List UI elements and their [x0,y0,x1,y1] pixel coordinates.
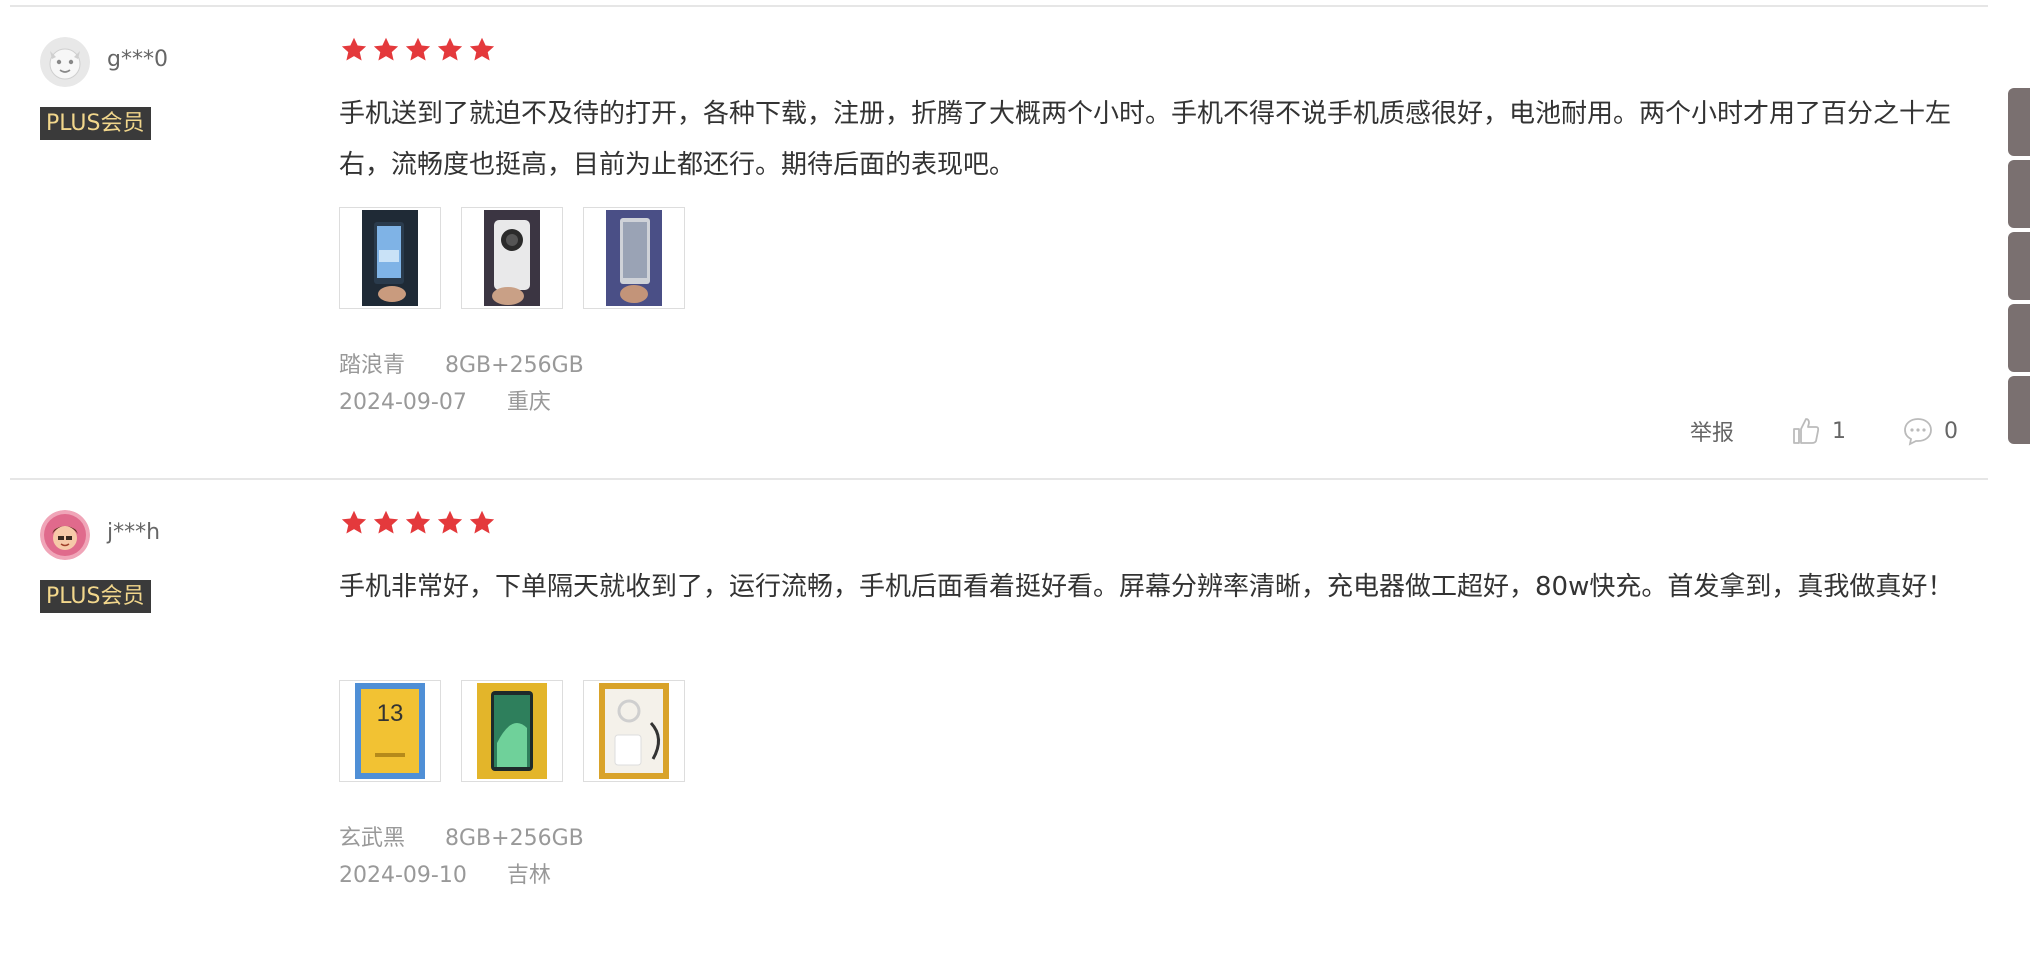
star-rating [339,508,497,538]
side-tab-3[interactable] [2008,232,2030,300]
storage-variant: 8GB+256GB [445,353,584,378]
review-photo-thumbnail[interactable]: 13 [339,680,441,782]
avatar[interactable] [40,37,90,87]
floating-side-toolbar [2008,88,2030,448]
star-icon [469,510,495,534]
review-photo-thumbnail[interactable] [461,680,563,782]
review-content: 手机非常好，下单隔天就收到了，运行流畅，手机后面看着挺好看。屏幕分辨率清晰，充电… [339,480,1979,950]
color-variant: 玄武黑 [339,826,406,851]
review-photo-thumbnail[interactable] [583,680,685,782]
star-rating [339,35,497,65]
thumbs-up-icon [1793,418,1820,444]
side-tab-1[interactable] [2008,88,2030,156]
review-photos: 13 [339,680,685,782]
review-photo-thumbnail[interactable] [583,207,685,309]
review-item: j***h PLUS会员 手机非常好，下单隔天就收到了，运行流畅，手机后面看着挺… [10,478,1988,956]
review-content: 手机送到了就迫不及待的打开，各种下载，注册，折腾了大概两个小时。手机不得不说手机… [339,7,1979,477]
avatar[interactable] [40,510,90,560]
plus-member-badge: PLUS会员 [40,107,151,140]
star-icon [341,37,367,61]
review-date: 2024-09-07 [339,390,467,415]
star-icon [341,510,367,534]
comment-count: 0 [1944,418,1958,444]
review-location: 吉林 [506,863,551,888]
review-item: g***0 PLUS会员 手机送到了就迫不及待的打开，各种下载，注册，折腾了大概… [10,5,1988,483]
star-icon [437,37,463,61]
report-link[interactable]: 举报 [1690,415,1734,447]
review-photo-thumbnail[interactable] [339,207,441,309]
star-icon [469,37,495,61]
review-actions: 举报 1 0 [1690,415,1958,447]
review-photos [339,207,685,309]
like-count: 1 [1832,418,1846,444]
side-tab-4[interactable] [2008,304,2030,372]
box-model-number: 13 [377,700,404,727]
product-spec: 玄武黑 8GB+256GB [339,820,584,852]
review-text: 手机送到了就迫不及待的打开，各种下载，注册，折腾了大概两个小时。手机不得不说手机… [339,99,1952,180]
star-icon [373,37,399,61]
star-icon [405,37,431,61]
review-location: 重庆 [506,390,551,415]
side-tab-2[interactable] [2008,160,2030,228]
review-photo-thumbnail[interactable] [461,207,563,309]
review-text: 手机非常好，下单隔天就收到了，运行流畅，手机后面看着挺好看。屏幕分辨率清晰，充电… [339,572,1954,602]
review-date-location: 2024-09-10 吉林 [339,857,551,889]
review-date-location: 2024-09-07 重庆 [339,384,551,416]
storage-variant: 8GB+256GB [445,826,584,851]
username: j***h [107,520,161,545]
star-icon [405,510,431,534]
product-spec: 踏浪青 8GB+256GB [339,347,584,379]
plus-member-badge: PLUS会员 [40,580,151,613]
comment-icon [1904,418,1932,446]
star-icon [373,510,399,534]
side-tab-5[interactable] [2008,376,2030,444]
username: g***0 [107,47,168,72]
star-icon [437,510,463,534]
color-variant: 踏浪青 [339,353,406,378]
comment-button[interactable]: 0 [1902,415,1958,447]
review-date: 2024-09-10 [339,863,467,888]
like-button[interactable]: 1 [1790,415,1846,447]
